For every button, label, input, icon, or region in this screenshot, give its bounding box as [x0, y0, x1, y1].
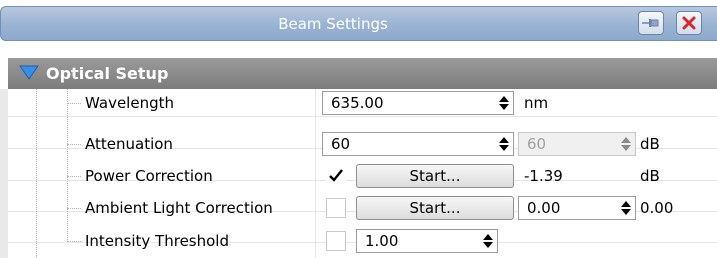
attenuation-spinner[interactable] [496, 134, 511, 154]
power-correction-checkbox[interactable] [326, 166, 346, 186]
expand-triangle-icon[interactable] [19, 65, 39, 81]
power-correction-unit: dB [640, 167, 660, 185]
row-divider [8, 116, 717, 117]
ambient-light-correction-start-button[interactable]: Start... [356, 196, 514, 220]
tree-branch [67, 241, 81, 242]
close-icon [682, 16, 696, 30]
attenuation-secondary-spinner [618, 134, 633, 154]
column-divider [315, 89, 316, 258]
intensity-threshold-spinner[interactable] [480, 231, 495, 251]
ambient-light-correction-spinner[interactable] [618, 198, 633, 218]
tree-guide [67, 89, 68, 242]
tree-branch [67, 208, 81, 209]
panel-title: Beam Settings [278, 15, 388, 33]
ambient-light-correction-value2: 0.00 [640, 199, 674, 217]
attenuation-unit: dB [640, 135, 660, 153]
pin-icon [642, 19, 659, 27]
tree-guide [36, 89, 37, 258]
left-gutter [0, 89, 8, 258]
ambient-light-correction-label: Ambient Light Correction [85, 199, 273, 217]
tree-branch [67, 176, 81, 177]
power-correction-value: -1.39 [524, 167, 563, 185]
wavelength-label: Wavelength [85, 94, 174, 112]
wavelength-spinner[interactable] [496, 93, 511, 113]
section-label: Optical Setup [46, 64, 169, 83]
ambient-light-correction-checkbox[interactable] [326, 198, 346, 218]
close-button[interactable] [676, 11, 702, 35]
intensity-threshold-label: Intensity Threshold [85, 232, 229, 250]
power-correction-label: Power Correction [85, 167, 213, 185]
pin-button[interactable] [638, 11, 664, 35]
tree-branch [67, 144, 81, 145]
tree-branch [67, 103, 81, 104]
intensity-threshold-input[interactable]: 1.00 [356, 229, 498, 253]
power-correction-start-button[interactable]: Start... [356, 164, 514, 188]
wavelength-input[interactable]: 635.00 [322, 91, 514, 115]
attenuation-select[interactable]: 60 [322, 132, 514, 156]
intensity-threshold-checkbox[interactable] [326, 231, 346, 251]
checkmark-icon [329, 169, 343, 182]
wavelength-unit: nm [524, 94, 549, 112]
attenuation-label: Attenuation [85, 135, 173, 153]
